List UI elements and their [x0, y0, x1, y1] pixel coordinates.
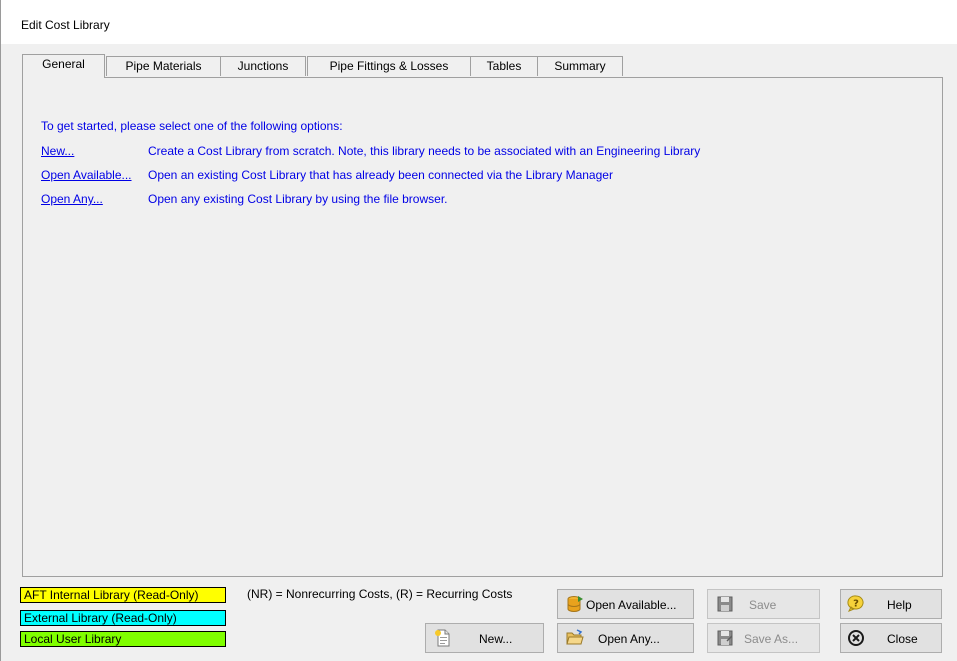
cost-abbreviation-note: (NR) = Nonrecurring Costs, (R) = Recurri… [247, 587, 513, 601]
save-button-label: Save [749, 598, 777, 612]
open-available-button-label: Open Available... [586, 598, 677, 612]
legend-local-user-library: Local User Library [20, 631, 226, 647]
tab-general-label: General [42, 57, 85, 71]
close-button[interactable]: Close [840, 623, 942, 653]
open-any-button[interactable]: Open Any... [557, 623, 694, 653]
database-icon [566, 595, 584, 613]
tab-junctions-label: Junctions [237, 59, 289, 73]
tab-junctions[interactable]: Junctions [220, 56, 306, 76]
legend-external-library: External Library (Read-Only) [20, 610, 226, 626]
close-circle-icon [847, 629, 865, 647]
open-available-link[interactable]: Open Available... [41, 168, 132, 182]
tab-tables[interactable]: Tables [470, 56, 538, 76]
svg-text:?: ? [853, 599, 859, 610]
new-document-icon [434, 629, 452, 647]
tab-pipe-fittings-losses-label: Pipe Fittings & Losses [329, 59, 449, 73]
intro-text: To get started, please select one of the… [41, 119, 343, 133]
floppy-disk-icon [716, 595, 734, 613]
tab-tables-label: Tables [486, 59, 522, 73]
tab-pipe-materials[interactable]: Pipe Materials [106, 56, 221, 76]
new-button[interactable]: New... [425, 623, 544, 653]
save-button[interactable]: Save [707, 589, 820, 619]
edit-cost-library-window: Edit Cost Library General Pipe Materials… [0, 0, 957, 661]
floppy-disk-save-as-icon [716, 629, 734, 647]
new-description: Create a Cost Library from scratch. Note… [148, 144, 701, 158]
open-available-description: Open an existing Cost Library that has a… [148, 168, 613, 182]
open-any-link[interactable]: Open Any... [41, 192, 103, 206]
window-title: Edit Cost Library [21, 18, 110, 32]
open-any-button-label: Open Any... [598, 632, 660, 646]
new-link[interactable]: New... [41, 144, 74, 158]
tab-summary[interactable]: Summary [537, 56, 623, 76]
help-question-icon: ? [847, 595, 865, 613]
open-folder-icon [566, 629, 584, 647]
open-available-button[interactable]: Open Available... [557, 589, 694, 619]
tab-pipe-materials-label: Pipe Materials [125, 59, 202, 73]
new-button-label: New... [479, 632, 513, 646]
tab-general[interactable]: General [22, 54, 105, 78]
help-button[interactable]: ? Help [840, 589, 942, 619]
save-as-button[interactable]: Save As... [707, 623, 820, 653]
help-button-label: Help [887, 598, 912, 612]
save-as-button-label: Save As... [744, 632, 799, 646]
tab-pipe-fittings-losses[interactable]: Pipe Fittings & Losses [307, 56, 471, 76]
close-button-label: Close [887, 632, 918, 646]
open-any-description: Open any existing Cost Library by using … [148, 192, 448, 206]
tab-summary-label: Summary [554, 59, 606, 73]
title-bar: Edit Cost Library [1, 0, 957, 44]
legend-internal-library: AFT Internal Library (Read-Only) [20, 587, 226, 603]
